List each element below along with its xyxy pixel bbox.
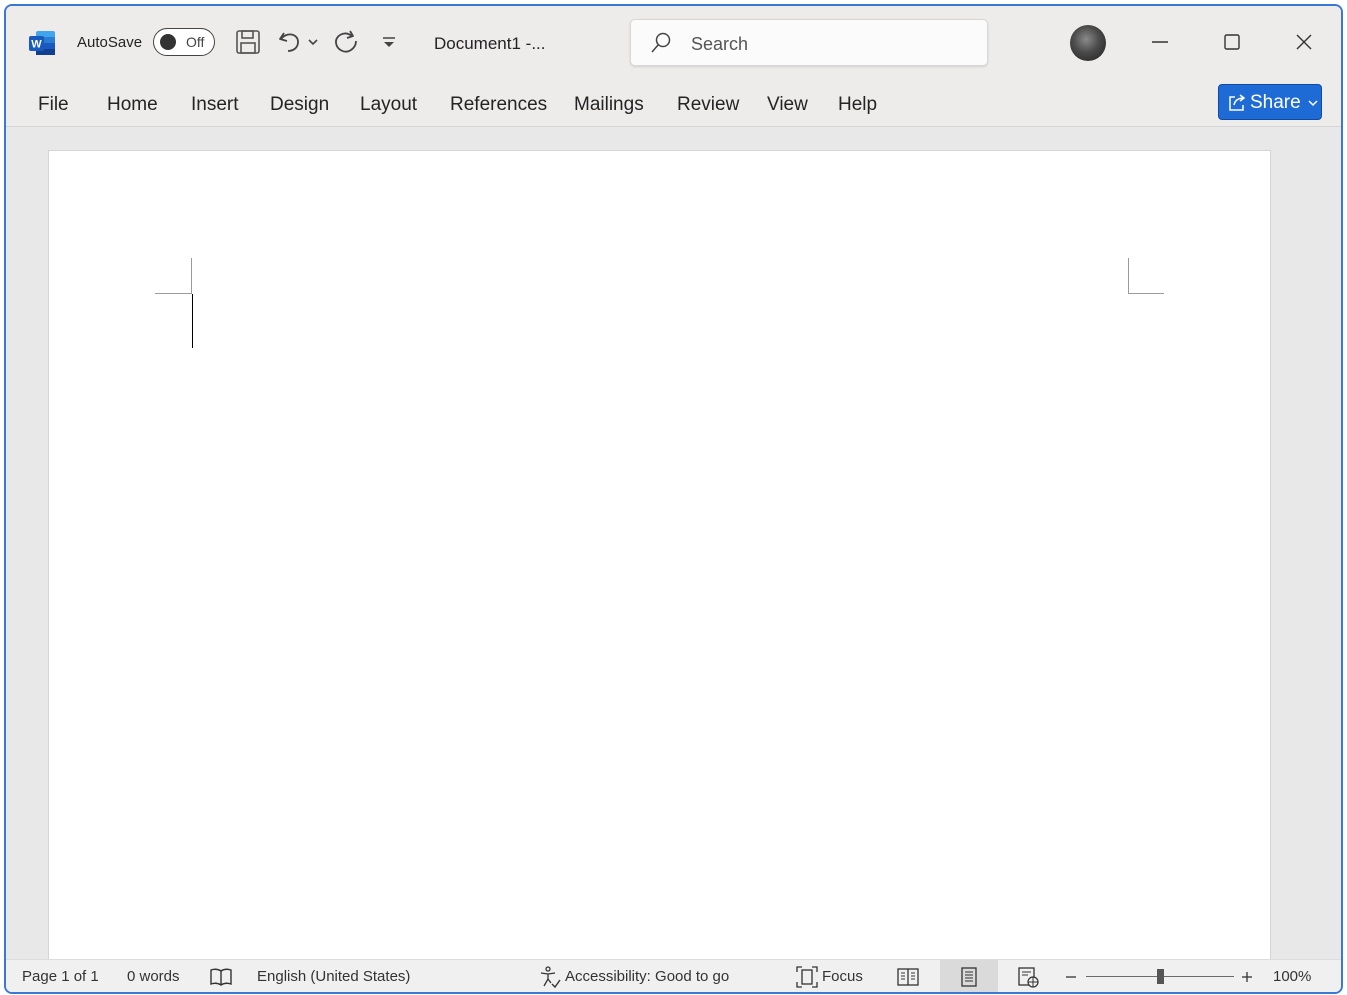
autosave-toggle[interactable]: Off [153,28,215,56]
tab-help[interactable]: Help [838,94,877,116]
undo-dropdown-icon[interactable] [306,28,320,56]
undo-icon[interactable] [276,28,304,56]
focus-label[interactable]: Focus [822,968,863,985]
tab-insert[interactable]: Insert [191,94,239,116]
language-indicator[interactable]: English (United States) [257,968,410,985]
crop-mark-top-right-horizontal [1128,293,1164,294]
search-icon [651,32,671,53]
read-mode-icon[interactable] [896,965,920,989]
tab-home[interactable]: Home [107,94,158,116]
word-count[interactable]: 0 words [127,968,180,985]
search-placeholder: Search [691,34,749,54]
tab-review[interactable]: Review [677,94,739,116]
print-layout-icon[interactable] [957,965,981,989]
search-box[interactable]: Search [630,19,988,66]
crop-mark-top-left [191,258,192,294]
share-icon [1229,94,1246,111]
chevron-down-icon [1308,100,1318,107]
tab-view[interactable]: View [767,94,808,116]
focus-icon[interactable] [795,965,819,989]
minimize-icon[interactable] [1146,28,1174,56]
tab-mailings[interactable]: Mailings [574,94,644,116]
document-page[interactable] [48,150,1271,980]
share-button[interactable]: Share [1218,84,1322,120]
document-canvas [6,127,1341,980]
maximize-icon[interactable] [1218,28,1246,56]
zoom-out-icon[interactable] [1064,965,1078,989]
word-window: W AutoSave Off Document1 -... Search Fil… [4,4,1343,994]
redo-icon[interactable] [332,28,360,56]
svg-text:W: W [31,39,42,51]
status-bar: Page 1 of 1 0 words English (United Stat… [6,959,1341,992]
page-count[interactable]: Page 1 of 1 [22,968,99,985]
ribbon-tabs: File Home Insert Design Layout Reference… [6,78,1341,127]
tab-references[interactable]: References [450,94,547,116]
web-layout-icon[interactable] [1016,965,1040,989]
close-icon[interactable] [1290,28,1318,56]
autosave-label: AutoSave [77,34,143,51]
accessibility-status[interactable]: Accessibility: Good to go [565,968,729,985]
word-logo-icon[interactable]: W [28,30,56,56]
customize-toolbar-icon[interactable] [378,28,400,56]
text-cursor [192,294,193,348]
zoom-level[interactable]: 100% [1273,968,1311,985]
share-label: Share [1250,92,1301,113]
tab-file[interactable]: File [38,94,69,116]
accessibility-icon[interactable] [538,965,562,989]
crop-mark-top-right [1128,258,1129,294]
save-icon[interactable] [234,28,262,56]
zoom-in-icon[interactable] [1240,965,1254,989]
title-bar: W AutoSave Off Document1 -... Search [6,6,1341,78]
user-avatar[interactable] [1070,25,1106,61]
zoom-slider-thumb[interactable] [1157,969,1164,984]
autosave-state: Off [186,34,205,50]
crop-mark-top-left-horizontal [155,293,191,294]
document-title[interactable]: Document1 -... [434,34,546,54]
proofing-book-icon[interactable] [209,965,233,989]
tab-layout[interactable]: Layout [360,94,417,116]
toggle-knob [160,34,176,50]
tab-design[interactable]: Design [270,94,329,116]
